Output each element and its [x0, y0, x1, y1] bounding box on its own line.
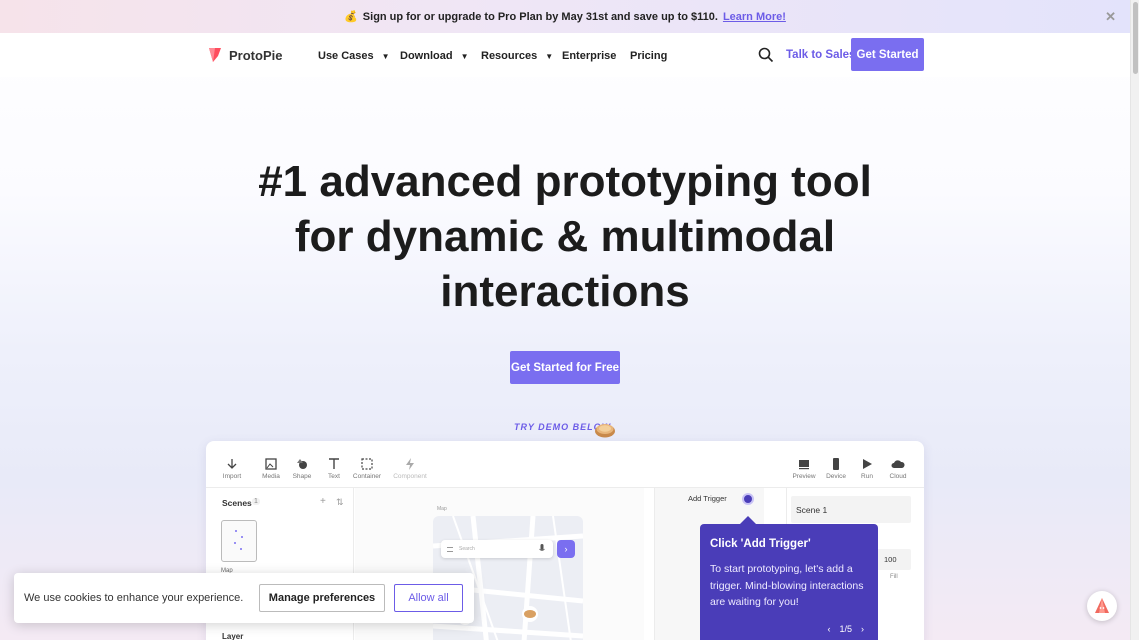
map-search-placeholder: Search — [459, 546, 475, 552]
chevron-left-icon[interactable]: ‹ — [827, 624, 830, 634]
caret-down-icon: ▼ — [381, 51, 390, 61]
cloud-icon — [891, 460, 905, 468]
cloud-label: Cloud — [889, 473, 907, 480]
learn-more-link[interactable]: Learn More! — [723, 11, 786, 23]
brand-name: ProtoPie — [229, 47, 283, 63]
promo-text: Sign up for or upgrade to Pro Plan by Ma… — [362, 10, 718, 23]
shape-tool[interactable]: Shape — [284, 457, 320, 480]
nav-enterprise[interactable]: Enterprise — [562, 50, 616, 62]
map-search-input[interactable]: Search — [441, 540, 553, 558]
container-tool[interactable]: Container — [349, 457, 385, 480]
nav-download-label: Download — [400, 50, 453, 62]
preview-tool[interactable]: Preview — [786, 457, 822, 480]
chevron-right-icon[interactable]: › — [861, 624, 864, 634]
talk-to-sales-link[interactable]: Talk to Sales — [786, 49, 855, 61]
scenes-heading: Scenes — [222, 498, 252, 508]
scene-thumbnail[interactable] — [221, 520, 257, 562]
tooltip-page-indicator: 1/5 — [839, 624, 852, 634]
cookie-text: We use cookies to enhance your experienc… — [24, 592, 244, 604]
support-chat-button[interactable] — [1087, 591, 1117, 621]
money-bag-icon: 💰 — [344, 11, 358, 23]
get-started-button[interactable]: Get Started — [851, 38, 924, 71]
text-tool[interactable]: Text — [316, 457, 352, 480]
scene-name-field[interactable]: Scene 1 — [791, 496, 911, 523]
menu-icon — [447, 546, 453, 552]
nav-use-cases[interactable]: Use Cases ▼ — [318, 50, 390, 62]
map-thumbnail-icon — [234, 530, 243, 550]
map-go-button[interactable]: › — [557, 540, 575, 558]
nav-resources[interactable]: Resources ▼ — [481, 50, 553, 62]
component-icon — [406, 458, 414, 470]
shape-icon — [297, 459, 307, 469]
hero-line-2: for dynamic & multimodal — [294, 212, 836, 261]
nav-use-cases-label: Use Cases — [318, 50, 374, 62]
add-scene-icon[interactable]: + — [320, 496, 326, 507]
brand-logo[interactable]: ProtoPie — [208, 47, 282, 63]
tooltip-body: To start prototyping, let's add a trigge… — [710, 563, 864, 608]
play-icon — [863, 459, 872, 469]
caret-down-icon: ▼ — [545, 51, 554, 61]
device-icon — [833, 458, 839, 470]
fill-label: Fill — [890, 574, 898, 580]
preview-icon — [799, 460, 809, 470]
hero-line-1: #1 advanced prototyping tool — [258, 157, 872, 206]
pie-icon — [595, 424, 615, 438]
cloud-tool[interactable]: Cloud — [880, 457, 916, 480]
mic-icon — [539, 544, 545, 551]
scenes-count-badge: 1 — [252, 498, 260, 505]
image-icon — [265, 458, 277, 470]
add-trigger-label[interactable]: Add Trigger — [688, 494, 727, 503]
close-icon[interactable]: ✕ — [1105, 9, 1116, 25]
promo-banner: 💰 Sign up for or upgrade to Pro Plan by … — [0, 0, 1130, 33]
fill-value-field[interactable]: 100 — [876, 549, 911, 570]
top-nav: ProtoPie Use Cases ▼ Download ▼ Resource… — [0, 33, 1130, 77]
container-label: Container — [352, 473, 382, 480]
search-icon[interactable] — [758, 47, 774, 63]
container-icon — [361, 458, 373, 470]
hero-line-3: interactions — [440, 267, 690, 316]
tooltip-pager: ‹ 1/5 › — [827, 624, 864, 634]
page-scrollbar[interactable] — [1130, 0, 1139, 640]
preview-label: Preview — [792, 473, 816, 480]
nav-download[interactable]: Download ▼ — [400, 50, 468, 62]
nav-pricing[interactable]: Pricing — [630, 50, 667, 62]
shape-label: Shape — [292, 473, 312, 480]
get-started-free-button[interactable]: Get Started for Free — [510, 351, 620, 384]
import-tool[interactable]: Import — [214, 457, 250, 480]
nav-resources-label: Resources — [481, 50, 538, 62]
onboarding-tooltip: Click 'Add Trigger' To start prototyping… — [700, 516, 878, 640]
text-label: Text — [328, 473, 340, 480]
sort-icon[interactable]: ⇅ — [336, 497, 344, 508]
scrollbar-thumb[interactable] — [1133, 2, 1138, 74]
import-icon — [227, 459, 237, 469]
tooltip-title: Click 'Add Trigger' — [710, 538, 811, 550]
allow-all-button[interactable]: Allow all — [394, 584, 463, 612]
canvas-title: Map — [437, 506, 447, 512]
protopie-logo-icon — [209, 48, 221, 62]
pie-mascot-icon — [1095, 598, 1109, 613]
add-trigger-hotspot[interactable] — [742, 493, 754, 505]
component-tool[interactable]: Component — [392, 457, 428, 480]
cookie-banner: We use cookies to enhance your experienc… — [14, 573, 474, 623]
manage-preferences-button[interactable]: Manage preferences — [259, 584, 385, 612]
hero-title: #1 advanced prototyping tool for dynamic… — [0, 154, 1130, 319]
component-label: Component — [393, 473, 427, 480]
caret-down-icon: ▼ — [460, 51, 469, 61]
demo-toolbar: Import Media Shape Text Container Compon… — [206, 441, 924, 488]
import-label: Import — [222, 473, 242, 480]
text-icon — [329, 458, 339, 469]
layer-heading: Layer — [222, 632, 244, 640]
